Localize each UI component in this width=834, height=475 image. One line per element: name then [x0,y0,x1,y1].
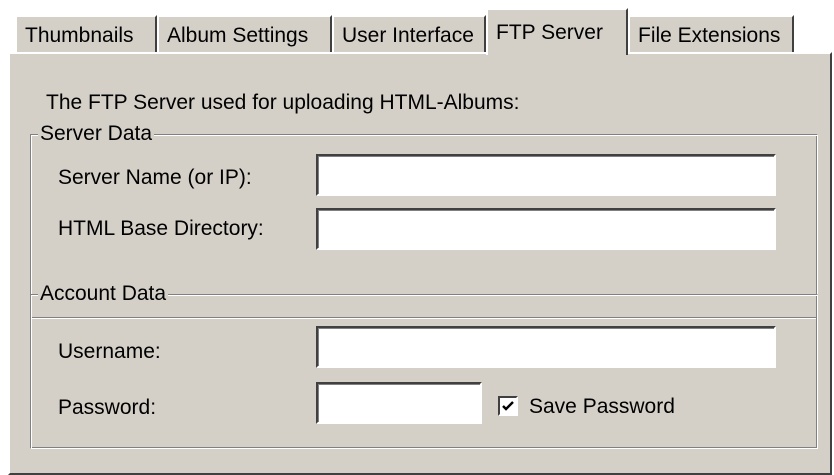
server-name-input[interactable] [316,154,776,196]
account-data-group [30,294,818,449]
server-name-label: Server Name (or IP): [58,166,252,189]
panel-description: The FTP Server used for uploading HTML-A… [46,91,520,114]
ftp-server-panel: The FTP Server used for uploading HTML-A… [8,52,832,475]
tab-label: File Extensions [638,24,781,47]
base-directory-label: HTML Base Directory: [58,217,264,240]
checkmark-icon [502,401,514,411]
password-input[interactable] [316,382,482,424]
tab-ftp-server[interactable]: FTP Server [486,8,628,55]
tab-user-interface[interactable]: User Interface [332,15,486,52]
tab-label: FTP Server [496,21,603,44]
username-input[interactable] [316,326,776,368]
username-label: Username: [58,340,161,363]
tab-thumbnails[interactable]: Thumbnails [15,15,157,52]
server-data-legend: Server Data [38,122,155,145]
save-password-label[interactable]: Save Password [529,396,675,417]
tab-label: User Interface [342,24,474,47]
tab-album-settings[interactable]: Album Settings [157,15,332,52]
tab-label: Album Settings [167,24,309,47]
account-data-legend: Account Data [38,282,169,305]
tab-file-extensions[interactable]: File Extensions [628,15,794,52]
base-directory-input[interactable] [316,208,776,250]
password-label: Password: [58,396,157,419]
save-password-checkbox[interactable] [498,396,518,416]
tab-label: Thumbnails [25,24,134,47]
